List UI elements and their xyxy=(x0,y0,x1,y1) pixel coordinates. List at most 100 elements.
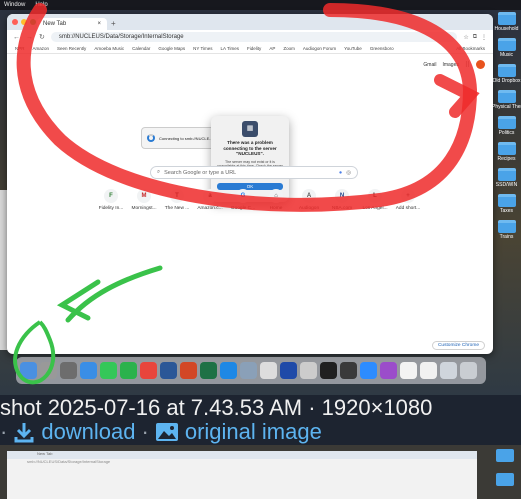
all-bookmarks-button[interactable]: All Bookmarks xyxy=(456,46,485,51)
dock-messages-icon[interactable] xyxy=(100,362,117,379)
desktop-folder[interactable]: Physical Therapy xyxy=(492,90,521,110)
shortcut-tile[interactable]: G Google C... xyxy=(229,189,257,211)
extensions-icon[interactable]: ⧉ xyxy=(473,34,477,41)
bookmark-item[interactable]: YouTube xyxy=(344,46,362,51)
desktop-folders: Household Music Old Dropbox Physical Therap… xyxy=(492,12,521,246)
close-window-button[interactable] xyxy=(12,19,18,25)
desktop-folder[interactable]: Politics xyxy=(492,116,521,136)
dialog-title: There was a problem connecting to the se… xyxy=(223,140,277,156)
address-bar[interactable]: smb://NUCLEUS/Data/Storage/InternalStora… xyxy=(50,32,458,42)
desktop-folder[interactable]: Taxes xyxy=(492,194,521,214)
dock-audio-icon[interactable] xyxy=(340,362,357,379)
shortcut-tile[interactable]: M Morningst... xyxy=(130,189,158,211)
shortcut-tile[interactable]: T The New ... xyxy=(163,189,191,211)
customize-chrome-button[interactable]: Customize Chrome xyxy=(431,341,485,350)
dock-word-alt-icon[interactable] xyxy=(320,362,337,379)
tab-new-tab[interactable]: New Tab × xyxy=(37,18,107,30)
dock-powerpoint-icon[interactable] xyxy=(180,362,197,379)
shortcut-tile[interactable]: a Amazon.c... xyxy=(196,189,224,211)
folder-label: Physical Therapy xyxy=(492,104,521,110)
shortcut-tile[interactable]: L Los Angel... xyxy=(361,189,389,211)
shortcut-label: Fidelity In... xyxy=(98,206,124,211)
menu-dots-icon[interactable]: ⋮ xyxy=(481,34,487,41)
shortcut-icon: F xyxy=(104,189,118,203)
lens-icon[interactable]: ◎ xyxy=(346,170,351,176)
forward-icon[interactable]: → xyxy=(26,34,33,41)
bookmark-item[interactable]: Fidelity xyxy=(247,46,261,51)
bookmark-item[interactable]: NPR xyxy=(15,46,25,51)
search-input[interactable]: ⌕ Search Google or type a URL ● ◎ xyxy=(150,166,358,179)
bookmark-item[interactable]: AP xyxy=(269,46,275,51)
dock-settings-icon[interactable] xyxy=(60,362,77,379)
dock-mail-icon[interactable] xyxy=(80,362,97,379)
dock-safari-icon[interactable] xyxy=(220,362,237,379)
dock-podcasts-icon[interactable] xyxy=(380,362,397,379)
dock-launchpad-icon[interactable] xyxy=(40,362,57,379)
reload-icon[interactable]: ↻ xyxy=(39,33,45,41)
images-link[interactable]: Images xyxy=(442,62,458,68)
dock-downloads-icon[interactable] xyxy=(440,362,457,379)
zoom-window-button[interactable] xyxy=(30,19,36,25)
dock-trash-icon[interactable] xyxy=(460,362,477,379)
dock-music-icon[interactable] xyxy=(400,362,417,379)
toolbar-actions: ☆ ⧉ ⋮ xyxy=(463,34,487,41)
dock-facetime-icon[interactable] xyxy=(120,362,137,379)
bookmark-item[interactable]: Zoom xyxy=(283,46,295,51)
shortcut-icon: N xyxy=(335,189,349,203)
bookmark-item[interactable]: Audiogon Forum xyxy=(303,46,336,51)
dock-roon-icon[interactable] xyxy=(260,362,277,379)
menu-window[interactable]: Window xyxy=(4,0,25,10)
bookmark-item[interactable]: Greensboro xyxy=(370,46,394,51)
bookmarks-bar: NPR Amazon Seen Recently Amoeba Music Ca… xyxy=(7,44,493,54)
menu-help[interactable]: Help xyxy=(35,0,47,10)
shortcut-icon: T xyxy=(170,189,184,203)
shortcut-tile[interactable]: A Audiogon xyxy=(295,189,323,211)
dock-preview-icon[interactable] xyxy=(240,362,257,379)
bookmark-item[interactable]: LA Times xyxy=(221,46,240,51)
minimize-window-button[interactable] xyxy=(21,19,27,25)
dock-chrome-icon[interactable] xyxy=(140,362,157,379)
dock-scrivener-icon[interactable] xyxy=(300,362,317,379)
bookmark-item[interactable]: Google Maps xyxy=(158,46,185,51)
desktop-folder[interactable]: Trains xyxy=(492,220,521,240)
bookmark-item[interactable]: NY Times xyxy=(193,46,212,51)
folder-label: Politics xyxy=(498,130,515,136)
apps-grid-icon[interactable]: ⠿ xyxy=(465,61,470,69)
shortcut-tile[interactable]: F Fidelity In... xyxy=(97,189,125,211)
dock-notes-icon[interactable] xyxy=(420,362,437,379)
folder-icon xyxy=(497,64,516,77)
shortcut-tile[interactable]: ⌂ Home xyxy=(262,189,290,211)
bookmark-item[interactable]: Amoeba Music xyxy=(94,46,124,51)
tab-close-icon[interactable]: × xyxy=(97,21,101,27)
mic-icon[interactable]: ● xyxy=(339,170,342,176)
bookmark-star-icon[interactable]: ☆ xyxy=(463,34,468,41)
search-placeholder: Search Google or type a URL xyxy=(164,169,237,176)
dock-word-icon[interactable] xyxy=(160,362,177,379)
desktop-folder[interactable]: Music xyxy=(492,38,521,58)
gmail-link[interactable]: Gmail xyxy=(423,62,436,68)
shortcut-tile[interactable]: + Add short... xyxy=(394,189,422,211)
shortcut-icon: a xyxy=(203,189,217,203)
tab-title: New Tab xyxy=(43,21,67,27)
back-icon[interactable]: ← xyxy=(13,34,20,41)
desktop-folder[interactable]: SSD/WIN xyxy=(492,168,521,188)
dock-pandora-icon[interactable] xyxy=(280,362,297,379)
bookmark-item[interactable]: Calendar xyxy=(132,46,150,51)
shortcut-tile[interactable]: N NBA.com xyxy=(328,189,356,211)
dock-zoom-icon[interactable] xyxy=(360,362,377,379)
new-tab-button[interactable]: + xyxy=(111,18,116,30)
avatar[interactable] xyxy=(476,60,485,69)
dock-finder-icon[interactable] xyxy=(20,362,37,379)
bookmark-item[interactable]: Amazon xyxy=(33,46,50,51)
original-image-link[interactable]: original image xyxy=(185,419,322,445)
desktop-folder[interactable]: Old Dropbox xyxy=(492,64,521,84)
menu-bar: Window Help xyxy=(0,0,521,10)
bookmark-item[interactable]: Seen Recently xyxy=(57,46,86,51)
dock-excel-icon[interactable] xyxy=(200,362,217,379)
shortcut-label: Los Angel... xyxy=(362,206,388,211)
desktop-folder[interactable]: Household xyxy=(492,12,521,32)
desktop-folder[interactable]: Recipes xyxy=(492,142,521,162)
caption-separator: · xyxy=(0,419,8,444)
download-link[interactable]: download xyxy=(41,419,135,445)
caption-separator: · xyxy=(141,419,149,444)
